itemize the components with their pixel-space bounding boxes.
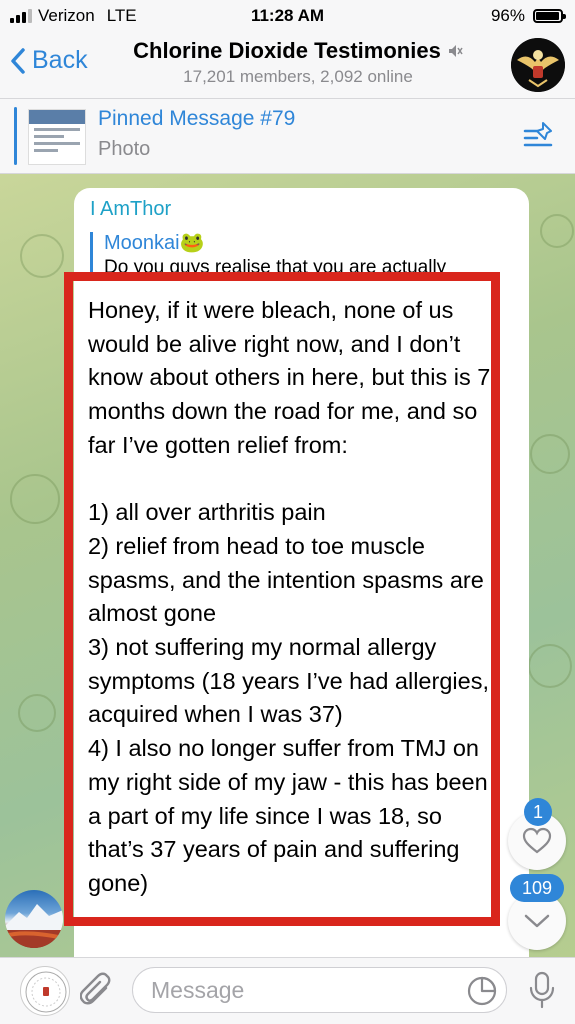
paperclip-icon <box>79 972 111 1005</box>
sticker-button[interactable] <box>466 975 498 1012</box>
pinned-thumbnail <box>28 109 86 165</box>
unread-badge: 109 <box>510 874 564 902</box>
pinned-title: Pinned Message #79 <box>98 107 296 130</box>
battery-icon <box>533 9 566 23</box>
eagle-emblem-icon <box>511 38 565 92</box>
attach-button[interactable] <box>79 972 114 1015</box>
message-bubble[interactable]: I AmThor Moonkai🐸 Do you guys realise th… <box>74 188 529 957</box>
pinned-list-icon[interactable] <box>523 121 555 156</box>
back-button[interactable]: Back <box>10 46 88 75</box>
chat-title-area[interactable]: Chlorine Dioxide Testimonies 17,201 memb… <box>108 38 488 87</box>
wallpaper-doodle <box>10 474 60 524</box>
composer-bar <box>0 957 575 1024</box>
pinned-subtitle: Photo <box>98 138 151 160</box>
member-count: 17,201 members, 2,092 online <box>183 67 413 86</box>
sender-avatar[interactable] <box>5 890 63 948</box>
pinned-indicator <box>14 107 17 165</box>
wallpaper-doodle <box>528 644 572 688</box>
reply-author[interactable]: Moonkai🐸 <box>104 230 205 255</box>
sender-name[interactable]: I AmThor <box>90 198 171 221</box>
reply-preview[interactable]: Do you guys realise that you are actuall… <box>104 256 514 274</box>
wallpaper-doodle <box>540 214 574 248</box>
badge-logo-icon <box>25 971 67 1013</box>
back-label: Back <box>32 46 88 74</box>
chat-header: Back Chlorine Dioxide Testimonies 17,201… <box>0 32 575 99</box>
reactions-badge: 1 <box>524 798 552 826</box>
speaker-muted-icon <box>448 45 463 57</box>
wallpaper-doodle <box>20 234 64 278</box>
wallpaper-doodle <box>18 694 56 732</box>
chat-title: Chlorine Dioxide Testimonies <box>133 38 441 63</box>
chevron-left-icon <box>11 47 25 74</box>
group-avatar[interactable] <box>511 38 565 92</box>
clock: 11:28 AM <box>250 6 325 25</box>
chat-area[interactable]: I AmThor Moonkai🐸 Do you guys realise th… <box>0 174 575 957</box>
status-bar: Verizon LTE 11:28 AM 96% <box>0 0 575 32</box>
wallpaper-doodle <box>530 434 570 474</box>
pinned-message-bar[interactable]: Pinned Message #79 Photo <box>0 99 575 174</box>
mountain-avatar-icon <box>5 904 63 948</box>
send-as-avatar[interactable] <box>20 966 70 1016</box>
microphone-button[interactable] <box>528 970 556 1015</box>
sticker-icon <box>467 976 497 1006</box>
status-right: 96% <box>490 6 566 26</box>
chevron-down-icon <box>524 914 550 928</box>
message-text: Honey, if it were bleach, none of us wou… <box>88 297 491 896</box>
message-input[interactable] <box>132 967 507 1013</box>
heart-icon <box>522 827 552 854</box>
microphone-icon <box>529 971 555 1009</box>
battery-percent: 96% <box>490 6 525 25</box>
reply-indicator <box>90 232 93 274</box>
